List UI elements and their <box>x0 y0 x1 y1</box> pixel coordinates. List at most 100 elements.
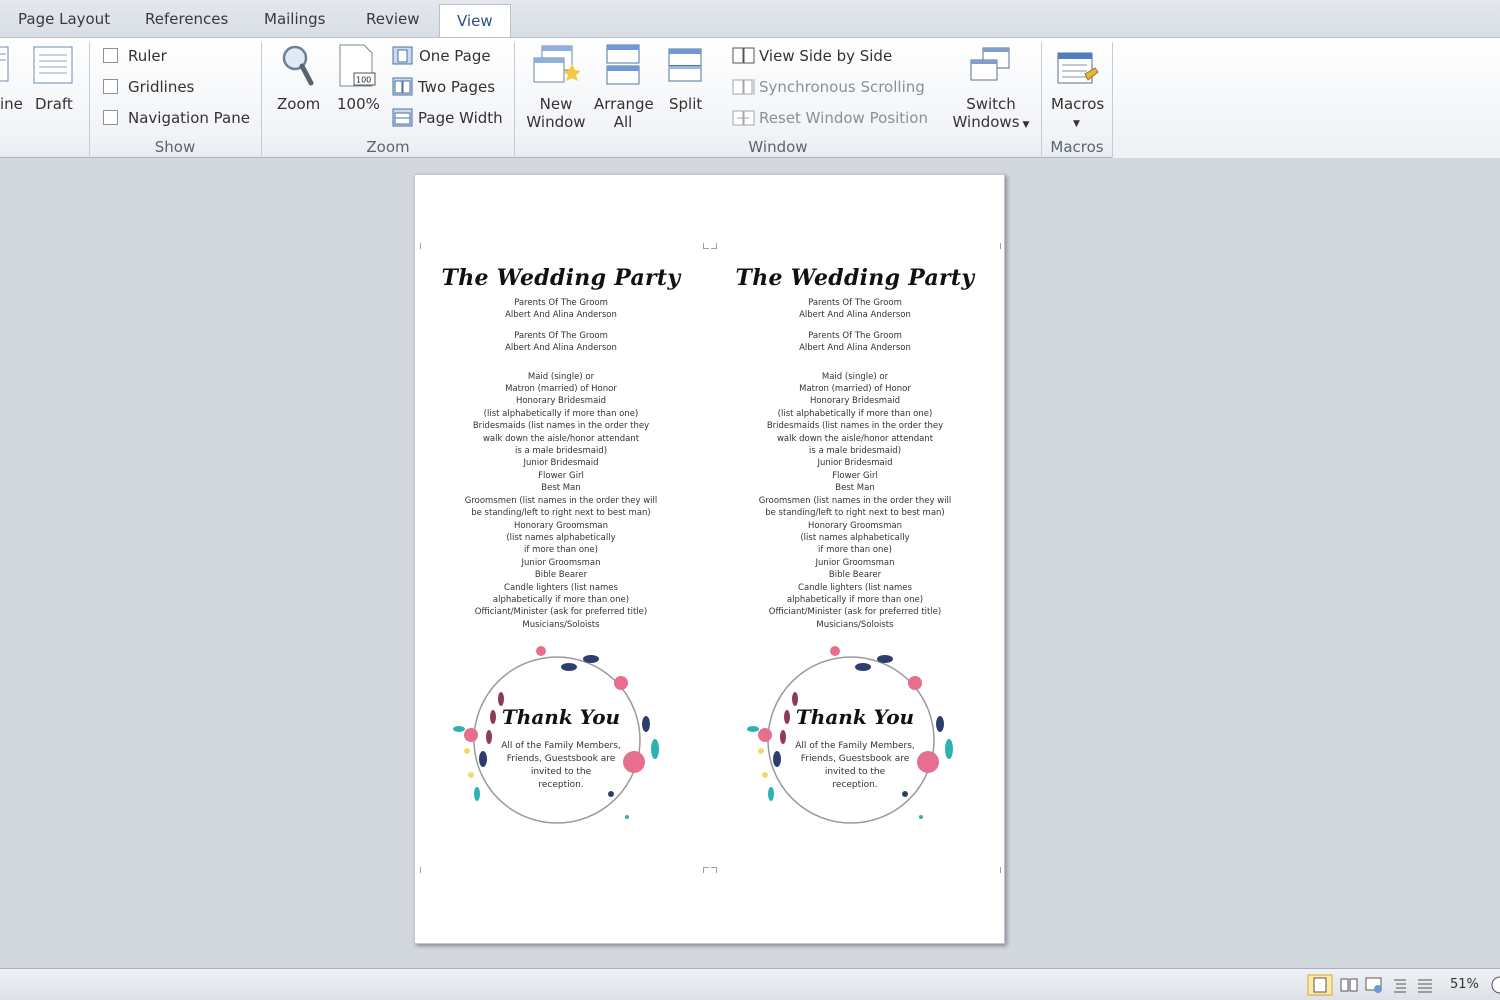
thank-you-line: invited to the <box>530 767 592 778</box>
program-panel-right: The Wedding Party Parents Of The Groom Al… <box>725 265 985 839</box>
tab-references[interactable]: References <box>145 10 228 28</box>
zoom-level[interactable]: 51% <box>1450 977 1479 992</box>
switch-windows-button[interactable]: Switch Windows ▼ <box>948 95 1034 134</box>
ribbon-tab-bar: Page Layout References Mailings Review V… <box>0 0 1500 38</box>
program-line: Bridesmaids (list names in the order the… <box>766 421 944 432</box>
program-line: is a male bridesmaid) <box>808 446 902 457</box>
program-line: Bible Bearer <box>828 570 882 581</box>
reset-window-position-button[interactable]: Reset Window Position <box>759 109 928 127</box>
new-window-icon <box>533 45 580 83</box>
program-line: Candle lighters (list names <box>504 582 618 593</box>
program-line: Matron (married) of Honor <box>505 384 617 395</box>
macros-button[interactable]: Macros <box>1051 95 1104 113</box>
zoom-group-label: Zoom <box>366 138 410 156</box>
draft-icon[interactable] <box>1415 975 1435 995</box>
program-line: Matron (married) of Honor <box>799 384 911 395</box>
synchronous-scrolling-button[interactable]: Synchronous Scrolling <box>759 78 925 96</box>
flower-wreath-icon <box>453 646 659 824</box>
zoom-out-icon[interactable] <box>1490 975 1500 995</box>
line-spacer <box>725 363 985 371</box>
crop-mark <box>703 243 709 249</box>
status-bar: 51% <box>0 968 1500 1000</box>
two-pages-button[interactable]: Two Pages <box>418 78 495 96</box>
program-line: if more than one) <box>818 545 892 556</box>
arrange-all-label-2: All <box>613 113 633 131</box>
navigation-pane-checkbox[interactable] <box>103 110 118 125</box>
outline-view-button[interactable]: ine <box>0 95 23 113</box>
gridlines-label[interactable]: Gridlines <box>128 78 194 96</box>
tab-page-layout[interactable]: Page Layout <box>18 10 110 28</box>
hundred-percent-button[interactable]: 100% <box>337 95 380 113</box>
arrange-all-label-1: Arrange <box>594 95 654 113</box>
one-page-button[interactable]: One Page <box>419 47 491 65</box>
view-side-by-side-button[interactable]: View Side by Side <box>759 47 892 65</box>
hundred-percent-icon: 100 <box>339 44 376 87</box>
web-layout-icon[interactable] <box>1364 975 1384 995</box>
thank-you-line: reception. <box>538 780 584 791</box>
program-line: Flower Girl <box>832 470 878 481</box>
program-line: (list alphabetically if more than one) <box>777 408 933 419</box>
draft-view-button[interactable]: Draft <box>35 95 73 113</box>
program-line: be standing/left to right next to best m… <box>765 508 945 519</box>
program-line: Musicians/Soloists <box>816 619 894 630</box>
program-line: Candle lighters (list names <box>798 582 912 593</box>
thank-you-line: reception. <box>832 780 878 791</box>
program-line: Parents Of The Groom <box>808 330 902 341</box>
program-line: Flower Girl <box>538 470 584 481</box>
view-side-by-side-icon <box>732 47 755 64</box>
program-line: Maid (single) or <box>821 371 889 382</box>
two-pages-icon <box>392 77 413 96</box>
arrange-all-button[interactable]: Arrange All <box>594 95 654 131</box>
program-line: Albert And Alina Anderson <box>799 343 911 354</box>
program-line: if more than one) <box>524 545 598 556</box>
program-line: Musicians/Soloists <box>522 619 600 630</box>
crop-mark <box>995 243 1001 249</box>
crop-mark <box>420 243 426 249</box>
thank-you-line: Friends, Guestsbook are <box>506 754 616 765</box>
program-line: Parents Of The Groom <box>514 330 608 341</box>
program-line: (list names alphabetically <box>506 532 616 543</box>
program-line: Parents Of The Groom <box>808 298 902 308</box>
synchronous-scrolling-icon <box>732 79 755 95</box>
program-line: walk down the aisle/honor attendant <box>776 433 934 444</box>
program-line: Honorary Bridesmaid <box>515 396 607 407</box>
program-line: Maid (single) or <box>527 371 595 382</box>
navigation-pane-label[interactable]: Navigation Pane <box>128 109 250 127</box>
program-line: Groomsmen (list names in the order they … <box>464 495 658 506</box>
thank-you-line: Friends, Guestsbook are <box>800 754 910 765</box>
program-line: Groomsmen (list names in the order they … <box>758 495 952 506</box>
macros-chevron-down-icon[interactable]: ▼ <box>1073 115 1080 133</box>
full-screen-reading-icon[interactable] <box>1339 975 1359 995</box>
outline-icon[interactable] <box>1390 975 1410 995</box>
program-line: Albert And Alina Anderson <box>505 310 617 321</box>
switch-windows-label-1: Switch <box>966 95 1016 113</box>
crop-mark <box>711 243 717 249</box>
floral-wreath: Thank You All of the Family Members, Fri… <box>735 639 975 839</box>
magnifier-icon <box>282 45 314 86</box>
crop-mark <box>995 867 1001 873</box>
program-line: Junior Groomsman <box>521 557 601 568</box>
zoom-button[interactable]: Zoom <box>277 95 320 113</box>
tab-mailings[interactable]: Mailings <box>264 10 325 28</box>
crop-mark <box>420 867 426 873</box>
chevron-down-icon: ▼ <box>1022 120 1030 130</box>
tab-view[interactable]: View <box>439 4 511 38</box>
page-width-button[interactable]: Page Width <box>418 109 503 127</box>
ruler-checkbox[interactable] <box>103 48 118 63</box>
tab-review[interactable]: Review <box>366 10 420 28</box>
wedding-title: The Wedding Party <box>441 265 681 291</box>
gridlines-checkbox[interactable] <box>103 79 118 94</box>
wedding-title: The Wedding Party <box>735 265 975 291</box>
print-layout-view-icon[interactable] <box>1307 974 1333 996</box>
document-page[interactable]: The Wedding Party Parents Of The Groom Al… <box>414 174 1005 944</box>
program-line: Honorary Bridesmaid <box>809 396 901 407</box>
macros-icon <box>1057 52 1099 84</box>
new-window-button[interactable]: New Window <box>525 95 587 131</box>
thank-you-line: invited to the <box>824 767 886 778</box>
program-line: Best Man <box>835 483 875 494</box>
split-icon <box>668 48 702 82</box>
split-button[interactable]: Split <box>669 95 702 113</box>
switch-windows-label-2: Windows <box>952 113 1020 131</box>
ruler-label[interactable]: Ruler <box>128 47 167 65</box>
page-width-icon <box>392 108 413 127</box>
